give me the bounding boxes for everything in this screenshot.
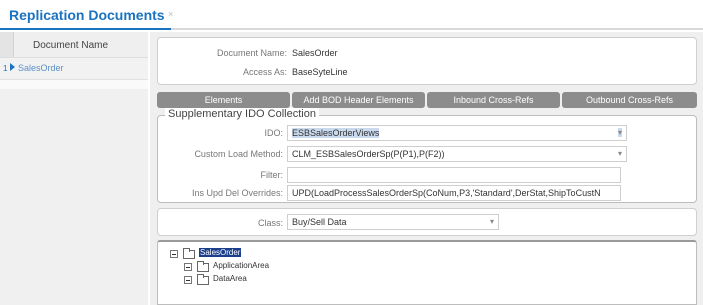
class-label: Class: <box>257 218 283 228</box>
minus-box-icon[interactable] <box>184 276 192 284</box>
ido-value: ESBSalesOrderViews <box>292 128 380 138</box>
minus-box-icon[interactable] <box>184 263 192 271</box>
supplementary-legend: Supplementary IDO Collection <box>165 108 319 120</box>
access-as-value: BaseSyteLine <box>292 67 348 77</box>
close-icon[interactable]: × <box>168 9 173 19</box>
tree-node-label[interactable]: SalesOrder <box>199 248 242 257</box>
document-name-value: SalesOrder <box>292 48 338 58</box>
chevron-down-icon[interactable]: ▾ <box>490 217 494 226</box>
filter-input[interactable] <box>287 167 621 183</box>
elements-button[interactable]: Elements <box>157 92 290 108</box>
tab-label: Replication Documents <box>9 7 165 23</box>
arrow-right-icon <box>10 63 15 71</box>
outbound-cross-refs-button[interactable]: Outbound Cross-Refs <box>562 92 697 108</box>
class-panel: Class: Buy/Sell Data ▾ <box>157 208 697 236</box>
column-header-document-name[interactable]: Document Name <box>33 40 108 51</box>
element-tree: SalesOrder ApplicationArea DataArea <box>157 240 697 305</box>
grid-empty-area <box>0 89 148 305</box>
ins-upd-del-overrides-label: Ins Upd Del Overrides: <box>191 188 283 198</box>
filter-label: Filter: <box>260 170 284 180</box>
class-select[interactable]: Buy/Sell Data ▾ <box>287 214 499 230</box>
document-name-label: Document Name: <box>216 48 287 58</box>
row-number: 1 <box>3 64 8 73</box>
custom-load-method-value: CLM_ESBSalesOrderSp(P(P1),P(F2)) <box>292 149 445 159</box>
supplementary-ido-collection: Supplementary IDO Collection IDO: ESBSal… <box>157 108 697 203</box>
folder-icon <box>197 274 209 285</box>
tab-bar: Replication Documents × <box>0 0 703 30</box>
minus-box-icon[interactable] <box>170 250 178 258</box>
action-button-bar: Elements Add BOD Header Elements Inbound… <box>157 92 697 108</box>
custom-load-method-label: Custom Load Method: <box>194 149 283 159</box>
grid-row-header-column <box>0 32 14 57</box>
folder-icon <box>183 248 195 259</box>
tab-replication-documents[interactable]: Replication Documents <box>0 0 171 30</box>
tree-node-label[interactable]: DataArea <box>213 274 247 283</box>
custom-load-method-select[interactable]: CLM_ESBSalesOrderSp(P(P1),P(F2)) ▾ <box>287 146 627 162</box>
ido-label: IDO: <box>264 128 283 138</box>
class-value: Buy/Sell Data <box>292 217 347 227</box>
ins-upd-del-overrides-input[interactable]: UPD(LoadProcessSalesOrderSp(CoNum,P3,'St… <box>287 185 621 201</box>
tree-node-label[interactable]: ApplicationArea <box>213 261 269 270</box>
table-row[interactable]: 1 SalesOrder <box>0 58 148 80</box>
row-document-name[interactable]: SalesOrder <box>18 63 64 73</box>
chevron-down-icon[interactable]: ▾ <box>618 149 622 158</box>
add-bod-header-elements-button[interactable]: Add BOD Header Elements <box>292 92 425 108</box>
ido-select[interactable]: ESBSalesOrderViews ▾ <box>287 125 627 141</box>
document-header-panel: Document Name: SalesOrder Access As: Bas… <box>157 37 697 85</box>
folder-icon <box>197 261 209 272</box>
access-as-label: Access As: <box>242 67 287 77</box>
grid-header: Document Name <box>0 32 148 58</box>
chevron-down-icon[interactable]: ▾ <box>617 128 622 137</box>
inbound-cross-refs-button[interactable]: Inbound Cross-Refs <box>427 92 560 108</box>
document-grid: Document Name 1 SalesOrder <box>0 32 148 305</box>
